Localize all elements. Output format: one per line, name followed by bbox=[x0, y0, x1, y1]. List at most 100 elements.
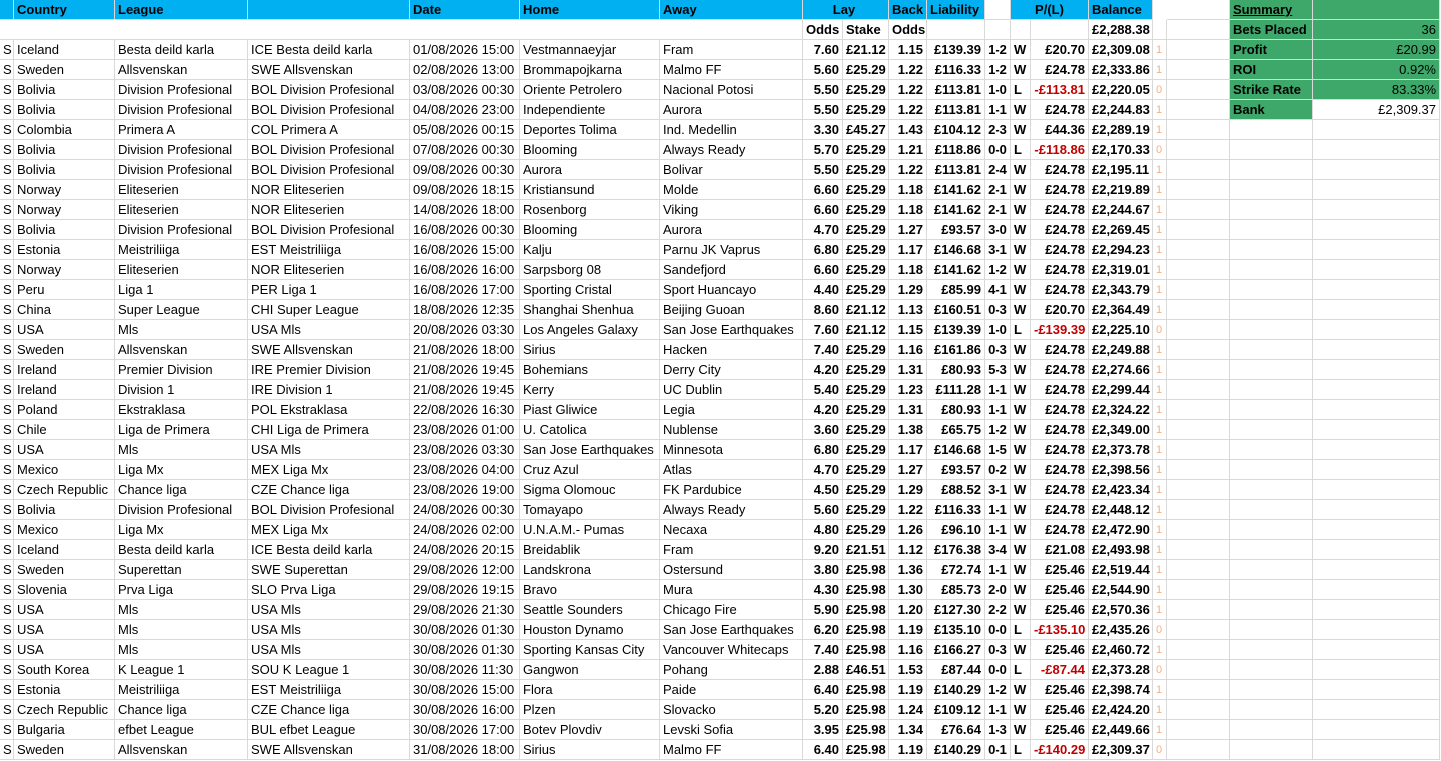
cell-date[interactable]: 23/08/2026 01:00 bbox=[410, 420, 520, 440]
cell-pl[interactable]: £24.78 bbox=[1031, 200, 1089, 220]
empty-cell[interactable] bbox=[927, 20, 985, 40]
cell-home[interactable]: Sarpsborg 08 bbox=[520, 260, 660, 280]
cell-comp[interactable]: BUL efbet League bbox=[248, 720, 410, 740]
cell-lay[interactable]: 5.90 bbox=[803, 600, 843, 620]
cell-s[interactable]: S bbox=[0, 340, 14, 360]
cell-date[interactable]: 09/08/2026 00:30 bbox=[410, 160, 520, 180]
cell-comp[interactable]: SWE Allsvenskan bbox=[248, 60, 410, 80]
cell-stake[interactable]: £25.98 bbox=[843, 600, 889, 620]
cell-country[interactable]: Bolivia bbox=[14, 500, 115, 520]
cell-liab[interactable]: £72.74 bbox=[927, 560, 985, 580]
cell-league[interactable]: Besta deild karla bbox=[115, 540, 248, 560]
cell-s[interactable]: S bbox=[0, 200, 14, 220]
cell-pl[interactable]: £24.78 bbox=[1031, 60, 1089, 80]
cell-lay[interactable]: 6.20 bbox=[803, 620, 843, 640]
cell-liab[interactable]: £140.29 bbox=[927, 740, 985, 760]
cell-pl[interactable]: £44.36 bbox=[1031, 120, 1089, 140]
cell-comp[interactable]: EST Meistriliiga bbox=[248, 680, 410, 700]
cell-score[interactable]: 1-0 bbox=[985, 80, 1011, 100]
empty-cell[interactable] bbox=[1313, 460, 1440, 480]
cell-res[interactable]: W bbox=[1011, 600, 1031, 620]
cell-flag[interactable]: 1 bbox=[1153, 260, 1167, 280]
cell-score[interactable]: 0-3 bbox=[985, 300, 1011, 320]
header-cell[interactable]: Back bbox=[889, 0, 927, 20]
empty-cell[interactable] bbox=[1167, 660, 1230, 680]
cell-league[interactable]: Mls bbox=[115, 600, 248, 620]
cell-country[interactable]: Peru bbox=[14, 280, 115, 300]
cell-stake[interactable]: £25.29 bbox=[843, 420, 889, 440]
empty-cell[interactable] bbox=[1313, 120, 1440, 140]
cell-liab[interactable]: £85.99 bbox=[927, 280, 985, 300]
cell-country[interactable]: Colombia bbox=[14, 120, 115, 140]
cell-date[interactable]: 23/08/2026 04:00 bbox=[410, 460, 520, 480]
empty-cell[interactable] bbox=[1230, 420, 1313, 440]
cell-comp[interactable]: USA Mls bbox=[248, 620, 410, 640]
cell-bal[interactable]: £2,493.98 bbox=[1089, 540, 1153, 560]
cell-stake[interactable]: £25.29 bbox=[843, 240, 889, 260]
cell-lay[interactable]: 6.40 bbox=[803, 740, 843, 760]
cell-comp[interactable]: CZE Chance liga bbox=[248, 480, 410, 500]
cell-stake[interactable]: £25.29 bbox=[843, 400, 889, 420]
cell-bal[interactable]: £2,449.66 bbox=[1089, 720, 1153, 740]
cell-score[interactable]: 2-0 bbox=[985, 580, 1011, 600]
cell-bal[interactable]: £2,319.01 bbox=[1089, 260, 1153, 280]
cell-flag[interactable]: 1 bbox=[1153, 640, 1167, 660]
empty-cell[interactable] bbox=[1313, 160, 1440, 180]
cell-pl[interactable]: £24.78 bbox=[1031, 160, 1089, 180]
cell-res[interactable]: W bbox=[1011, 720, 1031, 740]
cell-stake[interactable]: £25.29 bbox=[843, 60, 889, 80]
cell-flag[interactable]: 1 bbox=[1153, 460, 1167, 480]
cell-flag[interactable]: 1 bbox=[1153, 60, 1167, 80]
empty-cell[interactable] bbox=[985, 20, 1011, 40]
cell-country[interactable]: Slovenia bbox=[14, 580, 115, 600]
empty-cell[interactable] bbox=[1167, 740, 1230, 760]
cell-comp[interactable]: BOL Division Profesional bbox=[248, 220, 410, 240]
cell-country[interactable]: Iceland bbox=[14, 40, 115, 60]
cell-bal[interactable]: £2,324.22 bbox=[1089, 400, 1153, 420]
cell-res[interactable]: W bbox=[1011, 100, 1031, 120]
cell-score[interactable]: 1-1 bbox=[985, 400, 1011, 420]
empty-cell[interactable] bbox=[1230, 200, 1313, 220]
cell-score[interactable]: 2-1 bbox=[985, 180, 1011, 200]
cell-pl[interactable]: £24.78 bbox=[1031, 520, 1089, 540]
cell-home[interactable]: Los Angeles Galaxy bbox=[520, 320, 660, 340]
cell-league[interactable]: Mls bbox=[115, 620, 248, 640]
cell-away[interactable]: Parnu JK Vaprus bbox=[660, 240, 803, 260]
empty-cell[interactable] bbox=[1031, 20, 1089, 40]
header-cell[interactable]: Liability bbox=[927, 0, 985, 20]
cell-bal[interactable]: £2,519.44 bbox=[1089, 560, 1153, 580]
cell-pl[interactable]: £24.78 bbox=[1031, 340, 1089, 360]
cell-liab[interactable]: £111.28 bbox=[927, 380, 985, 400]
cell-away[interactable]: Necaxa bbox=[660, 520, 803, 540]
cell-back[interactable]: 1.18 bbox=[889, 260, 927, 280]
cell-bal[interactable]: £2,424.20 bbox=[1089, 700, 1153, 720]
cell-lay[interactable]: 4.30 bbox=[803, 580, 843, 600]
empty-cell[interactable] bbox=[1313, 640, 1440, 660]
cell-bal[interactable]: £2,195.11 bbox=[1089, 160, 1153, 180]
cell-lay[interactable]: 4.20 bbox=[803, 360, 843, 380]
empty-cell[interactable] bbox=[1230, 560, 1313, 580]
empty-cell[interactable] bbox=[1313, 440, 1440, 460]
cell-s[interactable]: S bbox=[0, 380, 14, 400]
empty-cell[interactable] bbox=[1167, 480, 1230, 500]
cell-league[interactable]: Division 1 bbox=[115, 380, 248, 400]
cell-lay[interactable]: 5.60 bbox=[803, 60, 843, 80]
cell-liab[interactable]: £139.39 bbox=[927, 40, 985, 60]
cell-comp[interactable]: BOL Division Profesional bbox=[248, 80, 410, 100]
cell-bal[interactable]: £2,220.05 bbox=[1089, 80, 1153, 100]
cell-score[interactable]: 1-2 bbox=[985, 40, 1011, 60]
cell-lay[interactable]: 5.20 bbox=[803, 700, 843, 720]
cell-back[interactable]: 1.13 bbox=[889, 300, 927, 320]
cell-score[interactable]: 1-1 bbox=[985, 100, 1011, 120]
cell-pl[interactable]: £24.78 bbox=[1031, 220, 1089, 240]
cell-away[interactable]: Atlas bbox=[660, 460, 803, 480]
cell-date[interactable]: 09/08/2026 18:15 bbox=[410, 180, 520, 200]
cell-back[interactable]: 1.19 bbox=[889, 740, 927, 760]
cell-stake[interactable]: £25.29 bbox=[843, 80, 889, 100]
cell-back[interactable]: 1.12 bbox=[889, 540, 927, 560]
cell-away[interactable]: Nacional Potosi bbox=[660, 80, 803, 100]
cell-back[interactable]: 1.18 bbox=[889, 200, 927, 220]
cell-flag[interactable]: 1 bbox=[1153, 160, 1167, 180]
cell-home[interactable]: Bohemians bbox=[520, 360, 660, 380]
cell-bal[interactable]: £2,398.74 bbox=[1089, 680, 1153, 700]
